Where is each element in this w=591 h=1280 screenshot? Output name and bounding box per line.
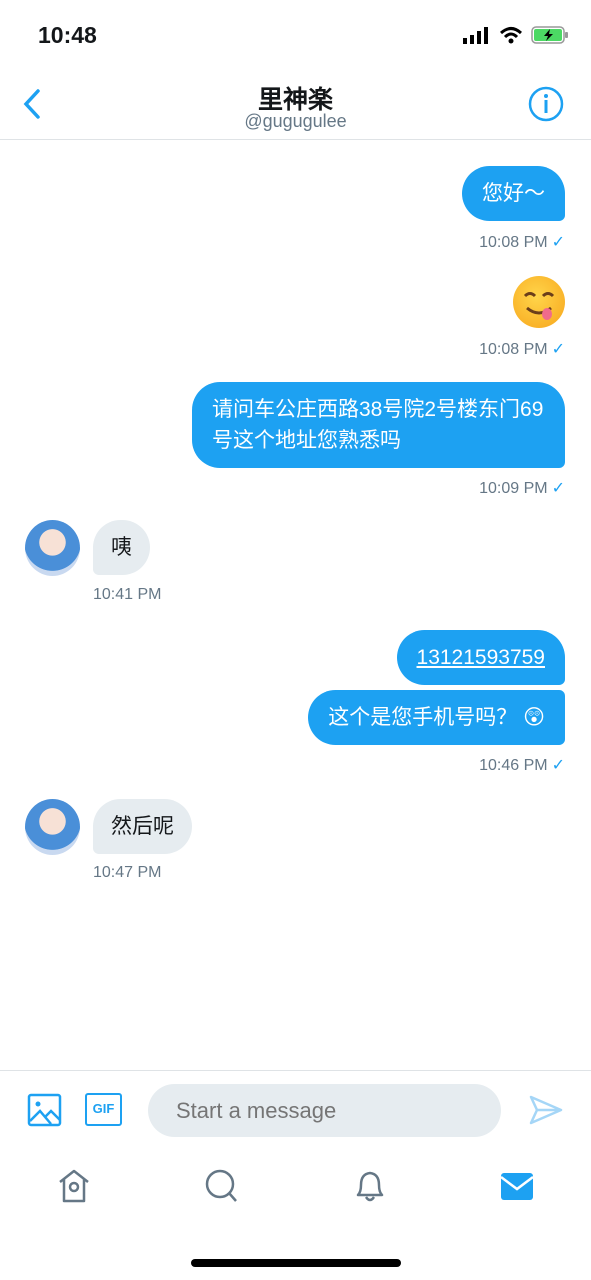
conversation-handle: @gugugulee (244, 111, 347, 131)
status-time: 10:48 (38, 22, 97, 48)
info-icon[interactable] (528, 86, 564, 122)
timestamp-text: 10:46 PM (479, 757, 548, 774)
phone-number-link[interactable]: 13121593759 (396, 630, 565, 685)
message-input[interactable] (148, 1084, 501, 1137)
conversation-header: 里神楽 @gugugulee (0, 70, 591, 140)
signal-icon (463, 27, 488, 44)
tab-search-icon[interactable] (204, 1168, 240, 1204)
tab-messages-icon[interactable] (499, 1168, 535, 1204)
message-timestamp: 10:41 PM (93, 586, 162, 603)
battery-icon (531, 26, 568, 44)
sent-check-icon: ✓ (551, 341, 565, 358)
message-timestamp: 10:09 PM ✓ (479, 478, 565, 498)
timestamp-text: 10:08 PM (479, 234, 548, 251)
send-icon[interactable] (528, 1094, 564, 1126)
sent-check-icon: ✓ (551, 480, 565, 497)
timestamp-text: 10:09 PM (479, 480, 548, 497)
compose-bar: GIF (0, 1070, 591, 1150)
timestamp-text: 10:08 PM (479, 341, 548, 358)
astonished-face-emoji-icon: 😲 (523, 706, 545, 729)
message-bubble-incoming[interactable]: 然后呢 (93, 799, 192, 854)
message-timestamp: 10:08 PM ✓ (479, 339, 565, 359)
message-text: 这个是您手机号吗？ (328, 706, 518, 729)
message-bubble-outgoing[interactable]: 这个是您手机号吗？ 😲 (308, 690, 565, 745)
sent-check-icon: ✓ (551, 757, 565, 774)
message-bubble-outgoing[interactable]: 请问车公庄西路38号院2号楼东门69号这个地址您熟悉吗 (192, 382, 565, 468)
status-icons (463, 26, 569, 44)
image-icon[interactable] (27, 1093, 63, 1127)
message-bubble-incoming[interactable]: 咦 (93, 520, 150, 575)
home-indicator[interactable] (191, 1259, 401, 1267)
tab-notifications-icon[interactable] (352, 1168, 388, 1204)
message-bubble-outgoing[interactable]: 您好～ (462, 166, 565, 221)
avatar[interactable] (25, 520, 80, 576)
tab-home-icon[interactable] (56, 1168, 92, 1204)
message-timestamp: 10:46 PM ✓ (479, 755, 565, 775)
avatar[interactable] (25, 799, 80, 855)
yum-face-emoji-icon[interactable] (513, 276, 565, 328)
message-timestamp: 10:08 PM ✓ (479, 232, 565, 252)
wifi-icon (499, 27, 523, 44)
sent-check-icon: ✓ (551, 234, 565, 251)
message-timestamp: 10:47 PM (93, 864, 162, 881)
gif-button[interactable]: GIF (85, 1093, 122, 1126)
